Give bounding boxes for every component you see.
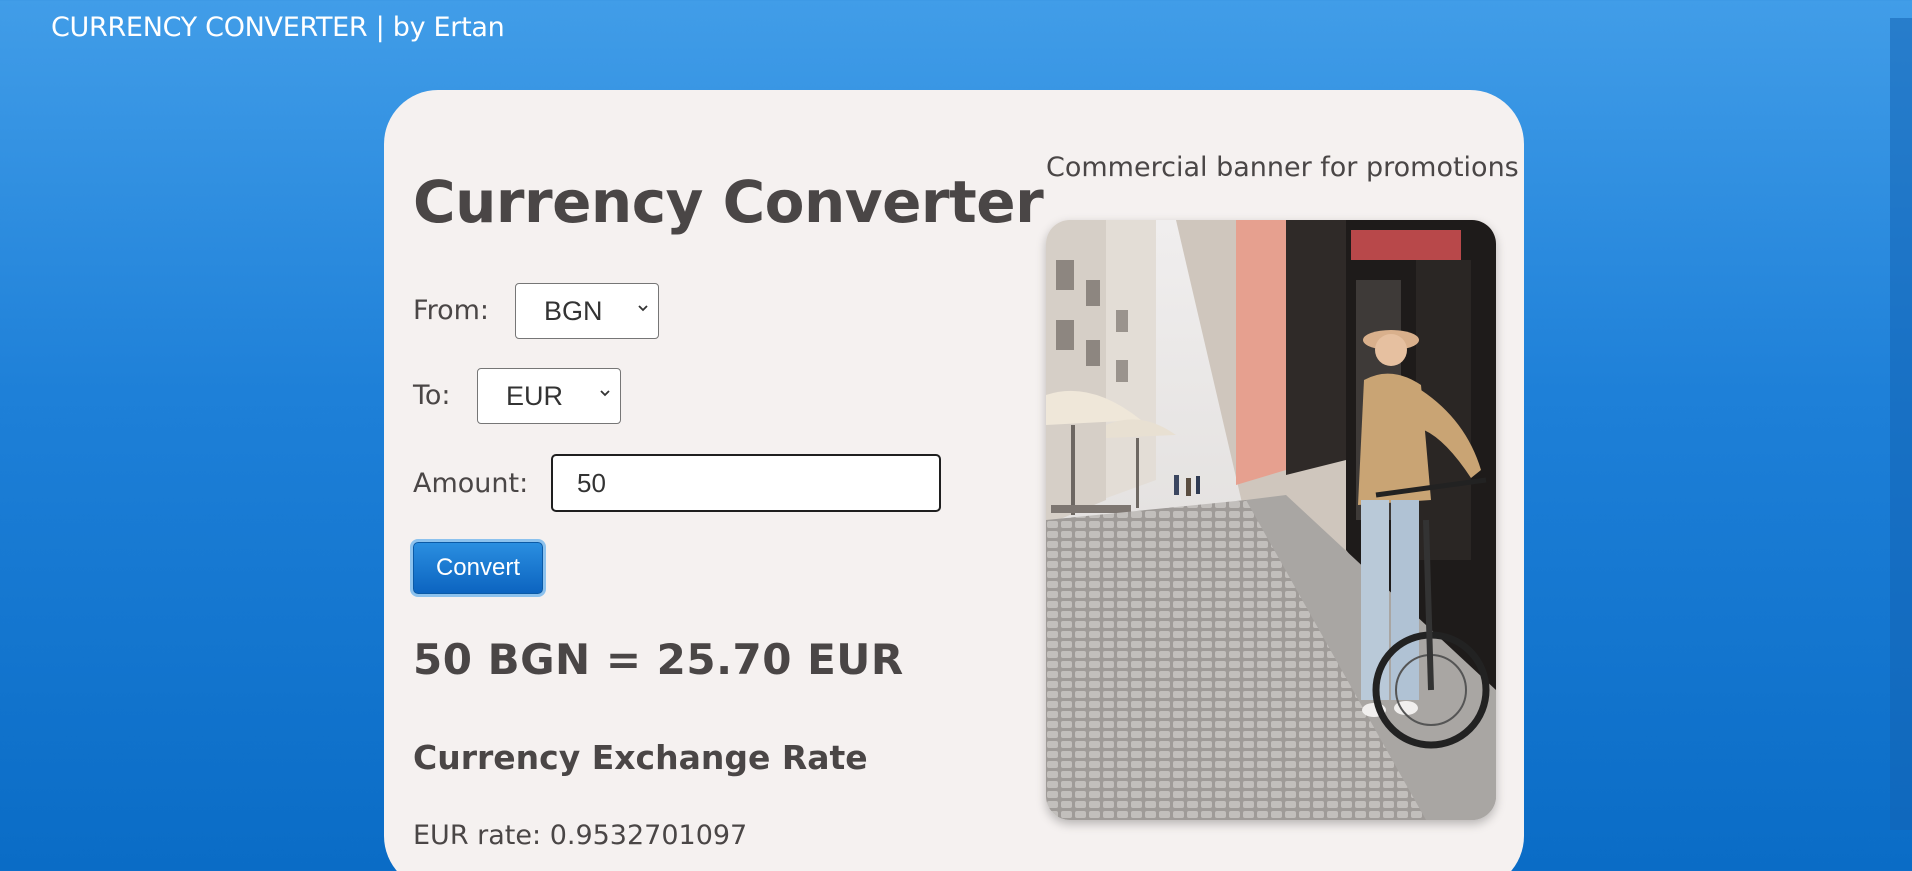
chevron-down-icon [600, 390, 610, 397]
promotion-banner-image[interactable] [1046, 220, 1496, 820]
exchange-rate-heading: Currency Exchange Rate [413, 738, 868, 777]
site-title: CURRENCY CONVERTER | by Ertan [51, 12, 505, 43]
chevron-down-icon [638, 305, 648, 312]
from-currency-value: BGN [544, 296, 603, 326]
from-label: From: [413, 295, 489, 326]
banner-caption: Commercial banner for promotions [1046, 152, 1519, 183]
convert-button[interactable]: Convert [413, 542, 543, 594]
page-scrollbar[interactable] [1890, 18, 1912, 830]
page-title: Currency Converter [413, 168, 1044, 236]
amount-label: Amount: [413, 468, 529, 499]
amount-input[interactable] [551, 454, 941, 512]
conversion-result: 50 BGN = 25.70 EUR [413, 635, 904, 684]
to-label: To: [413, 380, 451, 411]
to-currency-select[interactable]: EUR [477, 368, 621, 424]
converter-card: Currency Converter From: BGN To: EUR Amo… [384, 90, 1524, 871]
to-currency-value: EUR [506, 381, 564, 411]
from-currency-select[interactable]: BGN [515, 283, 659, 339]
exchange-rate-text: EUR rate: 0.9532701097 [413, 820, 748, 851]
street-photo-illustration [1046, 220, 1496, 820]
